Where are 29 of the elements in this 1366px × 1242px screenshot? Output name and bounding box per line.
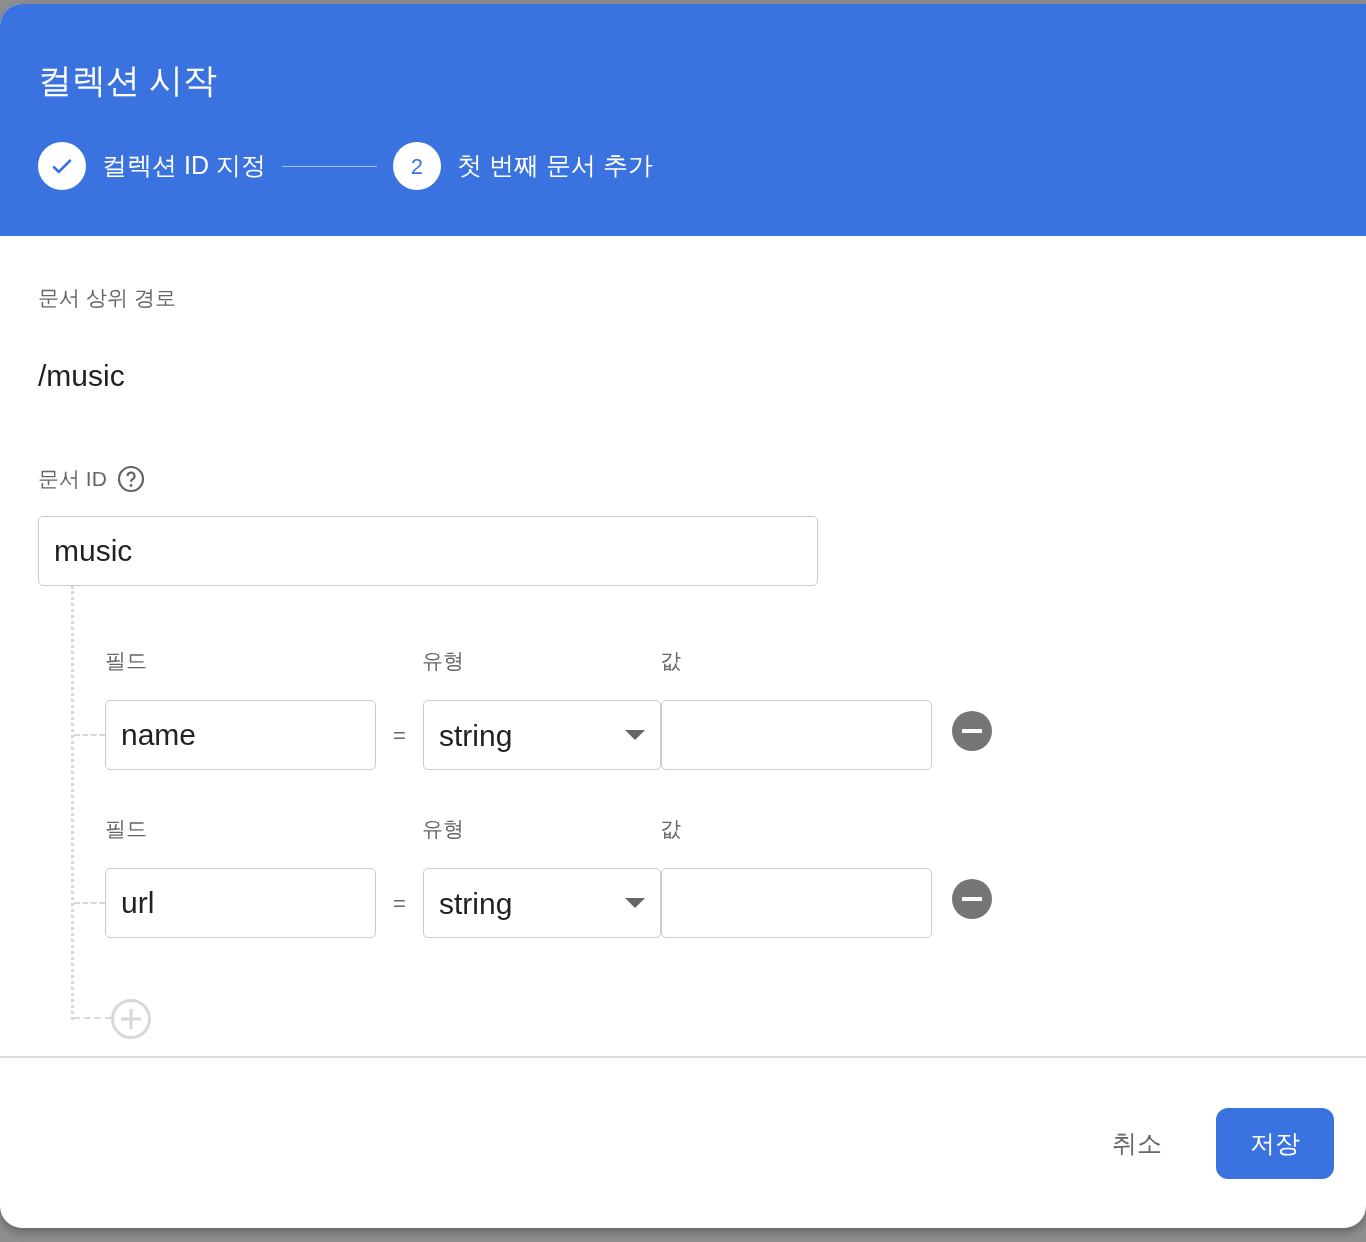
field-value-input[interactable] xyxy=(661,700,932,770)
remove-icon[interactable] xyxy=(952,879,992,919)
column-header: 유형 xyxy=(422,649,465,673)
remove-icon[interactable] xyxy=(952,711,992,751)
caret-icon xyxy=(625,730,645,740)
step-label: 첫 번째 문서 추가 xyxy=(456,150,653,182)
column-header: 유형 xyxy=(422,817,465,841)
column-header: 값 xyxy=(660,817,681,841)
column-header: 값 xyxy=(660,649,681,673)
step-label: 컬렉션 ID 지정 xyxy=(102,150,266,182)
field-label: 문서 상위 경로 xyxy=(38,286,177,310)
dialog-title: 컬렉션 시작 xyxy=(38,60,219,101)
path-text: /music xyxy=(38,358,126,394)
type-select[interactable]: string xyxy=(423,868,661,938)
field-label: 문서 ID xyxy=(38,467,107,491)
help-icon[interactable] xyxy=(116,465,145,493)
field-name-input[interactable]: url xyxy=(105,868,376,938)
field-name-input[interactable]: name xyxy=(105,700,376,770)
document-id-field[interactable]: music xyxy=(38,516,818,586)
cancel-button[interactable]: 취소 xyxy=(1078,1108,1196,1179)
equals-sign: = xyxy=(392,721,407,750)
caret-icon xyxy=(625,898,645,908)
column-header: 필드 xyxy=(105,817,148,841)
type-select[interactable]: string xyxy=(423,700,661,770)
equals-sign: = xyxy=(392,889,407,918)
field-value-input[interactable] xyxy=(661,868,932,938)
step-number: 2 xyxy=(392,142,441,190)
save-button[interactable]: 저장 xyxy=(1216,1108,1334,1179)
column-header: 필드 xyxy=(105,649,148,673)
